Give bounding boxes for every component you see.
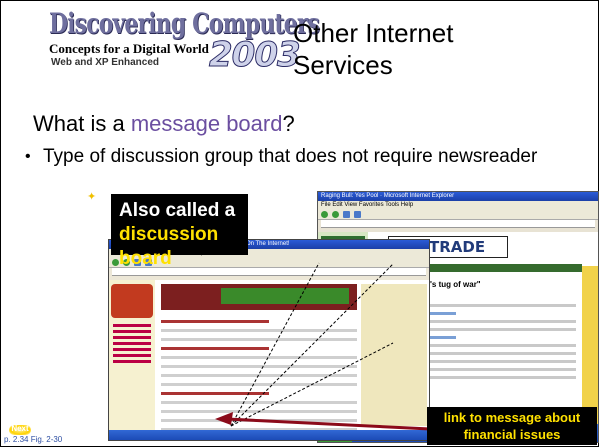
next-button[interactable]: Next xyxy=(9,424,31,435)
next-label: Next xyxy=(11,424,29,433)
callout-line-1: Also called a xyxy=(119,200,236,221)
page-reference: p. 2.34 Fig. 2-30 xyxy=(4,435,63,444)
dashed-link-line-3 xyxy=(230,262,320,427)
link-callout: link to message about financial issues xyxy=(427,407,597,445)
discussion-board-callout: Also called a discussion board xyxy=(111,194,248,269)
slide: Discovering Computers Concepts for a Dig… xyxy=(0,0,599,447)
annotation-lines xyxy=(215,262,431,431)
dashed-link-line-1 xyxy=(230,263,394,427)
red-arrow xyxy=(226,417,431,431)
dashed-link-line-2 xyxy=(230,342,394,427)
sparkle-icon: ✦ xyxy=(87,191,97,203)
callout-line-2: discussion board xyxy=(119,224,219,269)
